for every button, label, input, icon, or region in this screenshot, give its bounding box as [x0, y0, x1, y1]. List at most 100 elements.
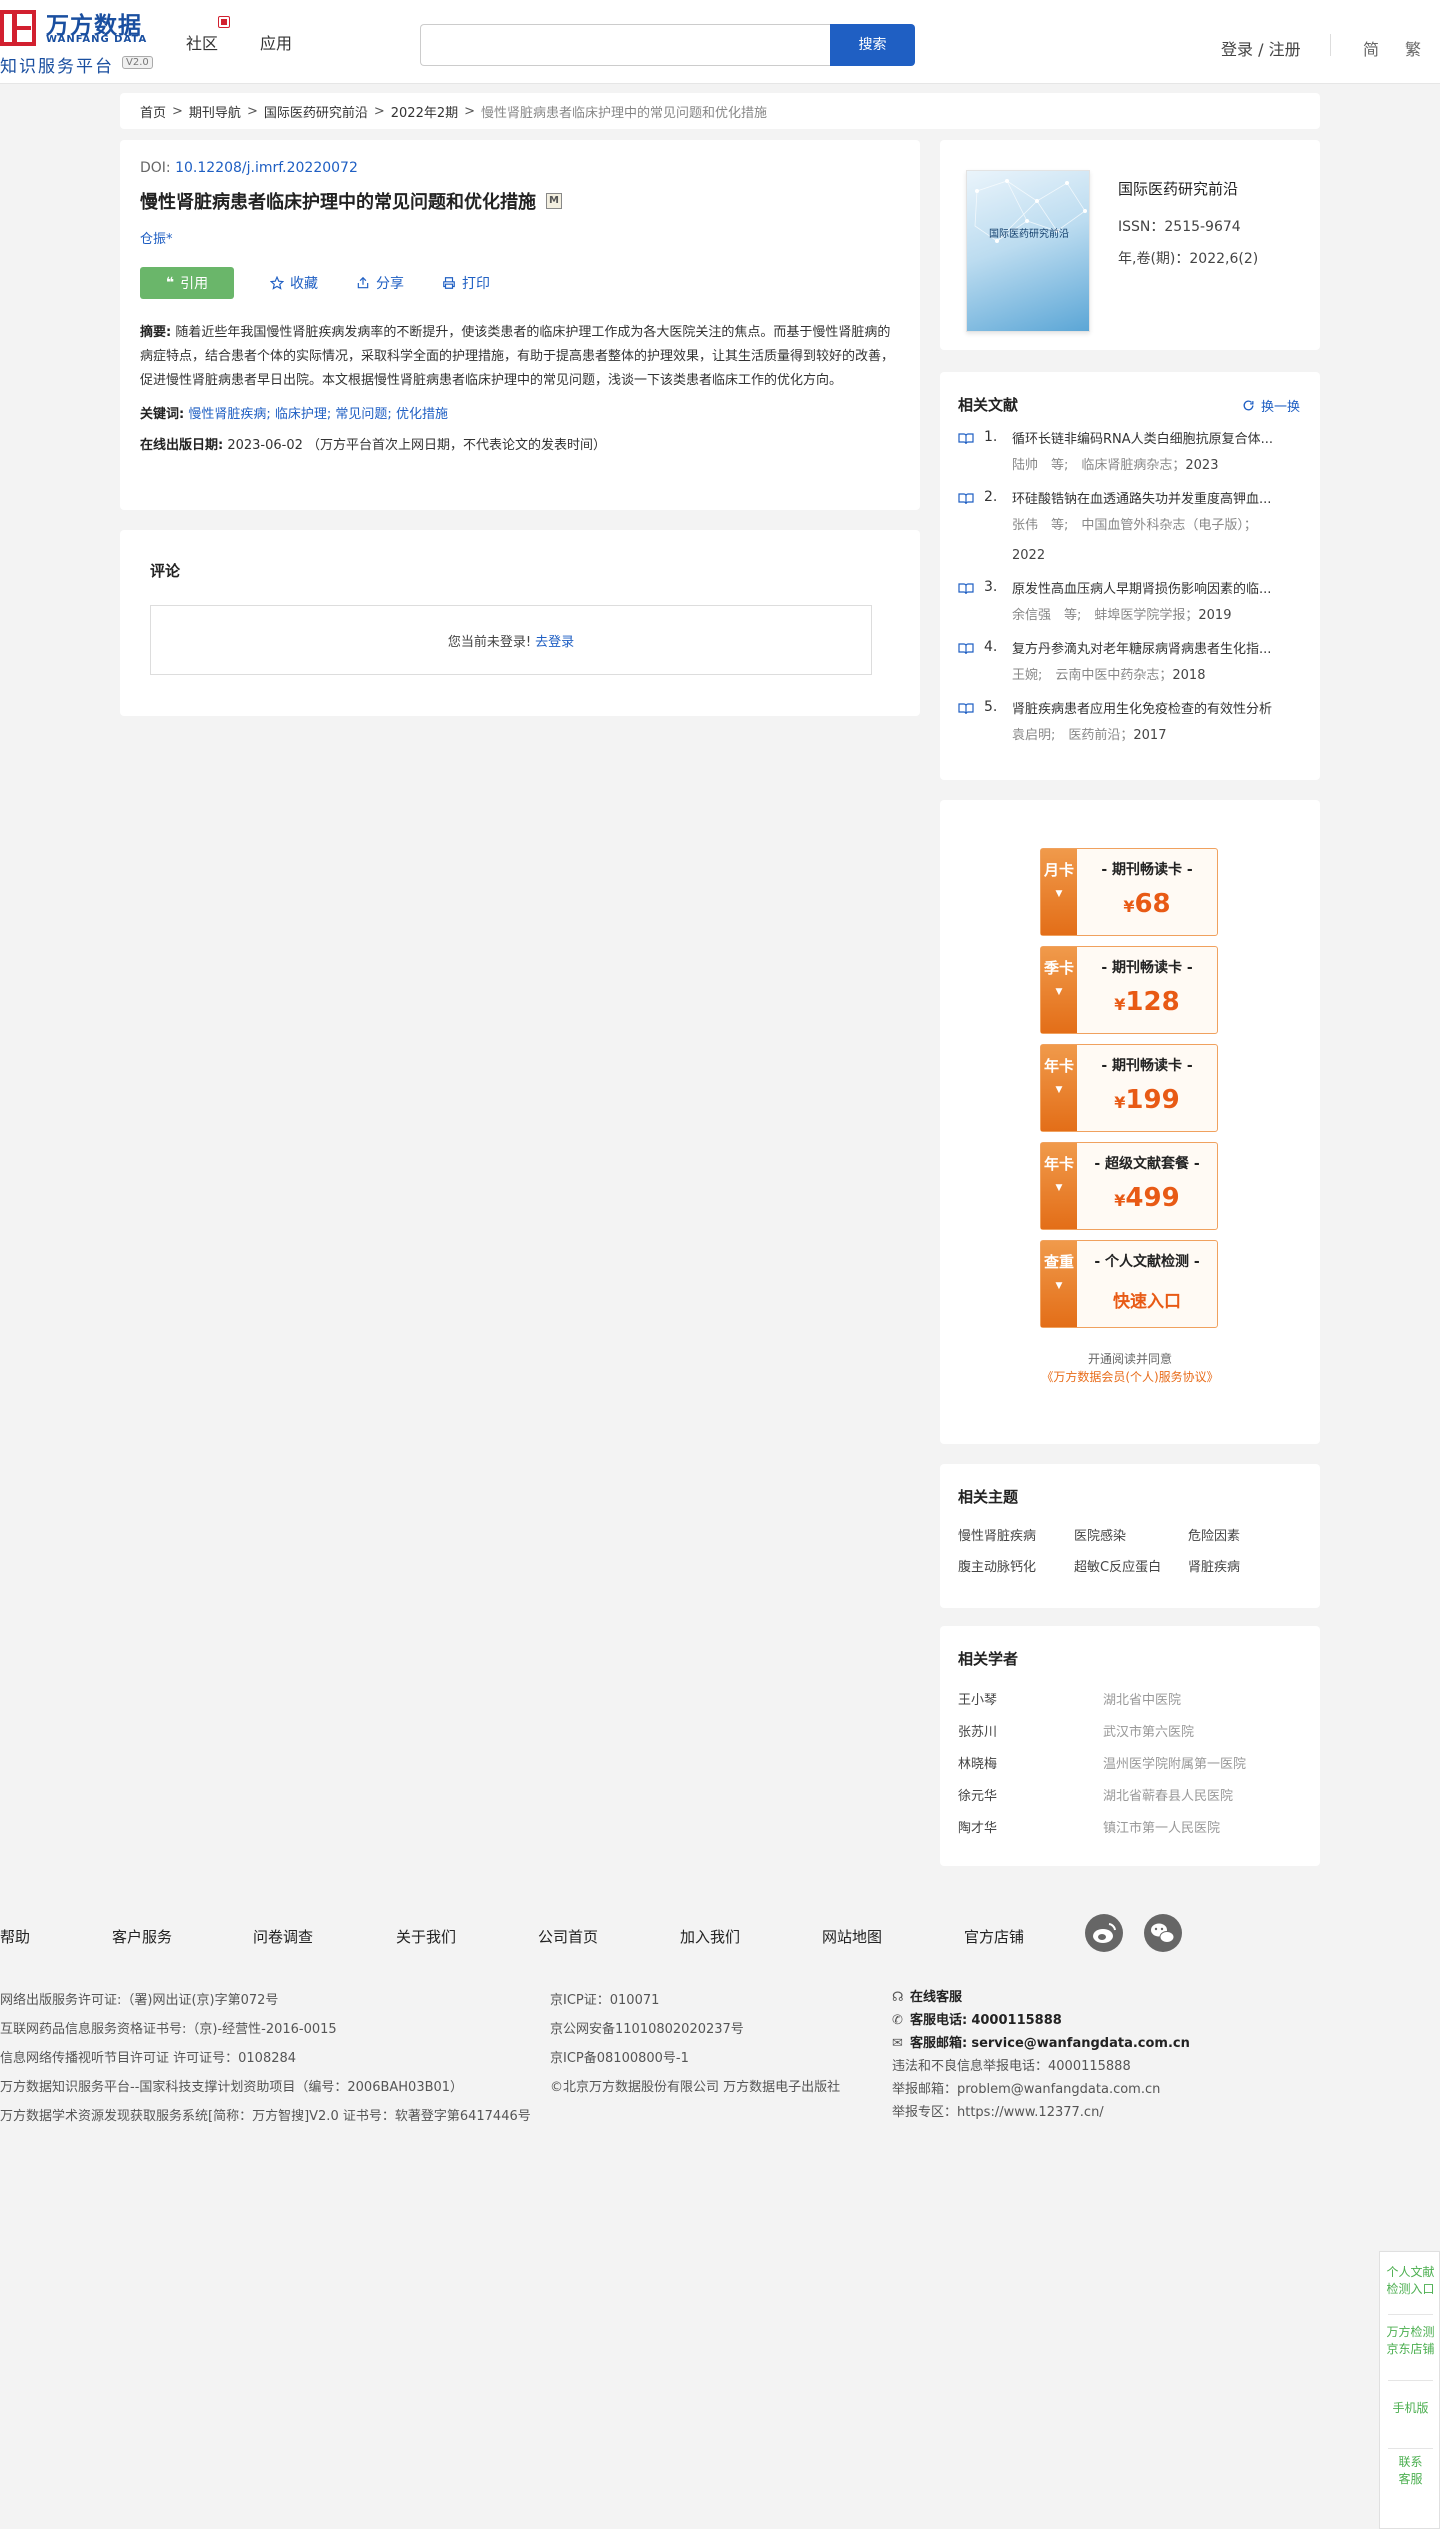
- scholar-name[interactable]: 陶才华: [958, 1817, 1103, 1849]
- logo-name-en: WANFANG DATA: [46, 34, 148, 45]
- topic-link[interactable]: 医院感染: [1074, 1525, 1188, 1544]
- share-button[interactable]: 分享: [356, 273, 404, 293]
- online-service-link[interactable]: ☊ 在线客服: [892, 1986, 1190, 2009]
- footer-link-about[interactable]: 关于我们: [396, 1926, 456, 1947]
- doc-title-link[interactable]: 环硅酸锆钠在血透通路失功并发重度高钾血...: [1012, 489, 1302, 511]
- email-value[interactable]: service@wanfangdata.com.cn: [971, 2036, 1190, 2051]
- topic-link[interactable]: 超敏C反应蛋白: [1074, 1556, 1188, 1575]
- headset-icon: ☊: [892, 1990, 904, 2005]
- footer-link-sitemap[interactable]: 网站地图: [822, 1926, 882, 1947]
- jd-store-entry[interactable]: 万方检测 京东店铺: [1380, 2324, 1440, 2358]
- lang-simplified[interactable]: 简: [1363, 36, 1379, 60]
- footer-link-company-home[interactable]: 公司首页: [538, 1926, 598, 1947]
- license-line: 互联网药品信息服务资格证书号:（京)-经营性-2016-0015: [0, 2022, 337, 2037]
- widget-divider: [1388, 2380, 1433, 2381]
- icp-line[interactable]: 京ICP证：010071: [550, 1986, 840, 2015]
- keyword-link[interactable]: 常见问题: [335, 407, 387, 422]
- nav-community[interactable]: 社区: [186, 30, 218, 54]
- super-package-offer[interactable]: 年卡 ▼ - 超级文献套餐 - ¥499: [1040, 1142, 1218, 1230]
- topic-link[interactable]: 慢性肾脏疾病: [958, 1525, 1074, 1544]
- search-input[interactable]: [420, 24, 830, 66]
- phone-icon: ✆: [892, 2013, 903, 2028]
- contact-service-entry[interactable]: 联系 客服: [1380, 2454, 1440, 2488]
- logo-mark-icon: [0, 10, 36, 46]
- breadcrumb-journal-nav[interactable]: 期刊导航: [189, 102, 241, 121]
- doc-source: 余信强 等; 蚌埠医学院学报；: [1012, 608, 1199, 623]
- doc-title-link[interactable]: 原发性高血压病人早期肾损伤影响因素的临...: [1012, 579, 1302, 601]
- print-button[interactable]: 打印: [442, 273, 490, 293]
- scholar-name[interactable]: 林晓梅: [958, 1753, 1103, 1785]
- footer-link-join-us[interactable]: 加入我们: [680, 1926, 740, 1947]
- keyword-link[interactable]: 临床护理: [275, 407, 327, 422]
- quick-entry: 快速入口: [1113, 1292, 1181, 1312]
- report-phone: 违法和不良信息举报电话：4000115888: [892, 2059, 1131, 2074]
- scholar-name[interactable]: 徐元华: [958, 1785, 1103, 1817]
- offer-price: ¥199: [1077, 1085, 1217, 1115]
- topic-link[interactable]: 危险因素: [1188, 1525, 1298, 1544]
- doi-link[interactable]: 10.12208/j.imrf.20220072: [175, 160, 358, 176]
- doc-number: 1.: [984, 429, 998, 445]
- comments-card: 评论 您当前未登录! 去登录: [120, 530, 920, 716]
- doc-meta: 张伟 等; 中国血管外科杂志（电子版）； 2022: [1012, 511, 1302, 571]
- monthly-card-offer[interactable]: 月卡 ▼ - 期刊畅读卡 - ¥68: [1040, 848, 1218, 936]
- print-label: 打印: [462, 276, 490, 292]
- widget-line: 联系: [1398, 2455, 1423, 2469]
- wechat-icon[interactable]: [1144, 1914, 1182, 1952]
- cite-button[interactable]: ❝ 引用: [140, 267, 234, 299]
- doc-title-link[interactable]: 肾脏疾病患者应用生化免疫检查的有效性分析: [1012, 699, 1302, 721]
- logo[interactable]: 万方数据 WANFANG DATA 知识服务平台 V2.0: [0, 6, 170, 77]
- breadcrumb-home[interactable]: 首页: [140, 102, 166, 121]
- topic-link[interactable]: 腹主动脉钙化: [958, 1556, 1074, 1575]
- breadcrumb-journal[interactable]: 国际医药研究前沿: [264, 102, 368, 121]
- offer-title: - 个人文献检测 -: [1094, 1254, 1200, 1270]
- icp-line[interactable]: 京公网安备11010802020237号: [550, 2015, 840, 2044]
- journal-cover[interactable]: 国际医药研究前沿: [966, 170, 1090, 332]
- down-arrow-icon: ▼: [1055, 1281, 1063, 1291]
- yen-sign: ¥: [1123, 897, 1135, 916]
- refresh-button[interactable]: 换一换: [1242, 396, 1300, 415]
- doc-number: 5.: [984, 699, 998, 715]
- footer-licenses: 网络出版服务许可证:（署)网出证(京)字第072号 互联网药品信息服务资格证书号…: [0, 1986, 531, 2131]
- breadcrumb-issue[interactable]: 2022年2期: [391, 102, 458, 121]
- footer-link-customer-service[interactable]: 客户服务: [112, 1926, 172, 1947]
- doc-title-link[interactable]: 复方丹参滴丸对老年糖尿病肾病患者生化指...: [1012, 639, 1302, 661]
- login-register-link[interactable]: 登录 / 注册: [1221, 36, 1301, 60]
- plagiarism-check-offer[interactable]: 查重 ▼ - 个人文献检测 - 快速入口: [1040, 1240, 1218, 1328]
- search-button[interactable]: 搜索: [830, 24, 915, 66]
- journal-name[interactable]: 国际医药研究前沿: [1118, 178, 1238, 199]
- annual-card-offer[interactable]: 年卡 ▼ - 期刊畅读卡 - ¥199: [1040, 1044, 1218, 1132]
- footer-link-survey[interactable]: 问卷调查: [253, 1926, 313, 1947]
- promo-note: 开通阅读并同意: [1087, 1352, 1172, 1366]
- lang-traditional[interactable]: 繁: [1405, 36, 1421, 60]
- footer-link-official-store[interactable]: 官方店铺: [964, 1926, 1024, 1947]
- favorite-button[interactable]: 收藏: [270, 273, 318, 293]
- keyword-link[interactable]: 慢性肾脏疾病: [188, 407, 266, 422]
- mobile-version-entry[interactable]: 手机版: [1380, 2400, 1440, 2417]
- yen-sign: ¥: [1114, 1093, 1126, 1112]
- quarterly-card-offer[interactable]: 季卡 ▼ - 期刊畅读卡 - ¥128: [1040, 946, 1218, 1034]
- weibo-icon[interactable]: [1085, 1914, 1123, 1952]
- quote-icon: ❝: [165, 275, 175, 291]
- footer-link-help[interactable]: 帮助: [0, 1926, 30, 1947]
- topic-link[interactable]: 肾脏疾病: [1188, 1556, 1298, 1575]
- widget-divider: [1388, 2448, 1433, 2449]
- scholar-name[interactable]: 王小琴: [958, 1689, 1103, 1721]
- service-agreement-link[interactable]: 《万方数据会员(个人)服务协议》: [940, 1368, 1320, 1385]
- abstract: 摘要: 随着近些年我国慢性肾脏疾病发病率的不断提升，使该类患者的临床护理工作成为…: [140, 321, 900, 393]
- go-login-link[interactable]: 去登录: [535, 631, 574, 650]
- keyword-link[interactable]: 优化措施: [396, 407, 448, 422]
- favorite-label: 收藏: [290, 276, 318, 292]
- personal-check-entry[interactable]: 个人文献 检测入口: [1380, 2264, 1440, 2298]
- report-zone[interactable]: 举报专区：https://www.12377.cn/: [892, 2101, 1190, 2124]
- offer-side-label: 年卡 ▼: [1041, 1045, 1077, 1131]
- book-icon: [958, 493, 974, 505]
- icp-line[interactable]: 京ICP备08100800号-1: [550, 2044, 840, 2073]
- scholar-org: 湖北省蕲春县人民医院: [1103, 1789, 1234, 1804]
- author-link[interactable]: 仓振*: [140, 228, 900, 247]
- nav-apps[interactable]: 应用: [260, 30, 292, 54]
- widget-line: 个人文献: [1386, 2265, 1435, 2279]
- scholar-name[interactable]: 张苏川: [958, 1721, 1103, 1753]
- doc-number: 3.: [984, 579, 998, 595]
- pubdate-label: 在线出版日期:: [140, 438, 224, 453]
- doc-title-link[interactable]: 循环长链非编码RNA人类白细胞抗原复合体...: [1012, 429, 1302, 451]
